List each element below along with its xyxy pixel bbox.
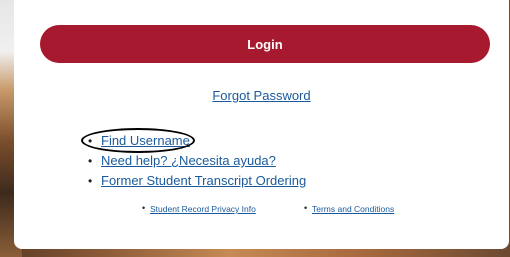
terms-link[interactable]: Terms and Conditions (312, 204, 394, 214)
login-card: Login Forgot Password • Find Username • … (14, 0, 509, 249)
bullet-icon: • (304, 203, 308, 213)
bullet-icon: • (88, 134, 93, 148)
forgot-password-link[interactable]: Forgot Password (14, 88, 509, 103)
bullet-icon: • (88, 154, 93, 168)
bullet-icon: • (142, 203, 146, 213)
login-button[interactable]: Login (40, 25, 490, 63)
find-username-link[interactable]: Find Username (101, 133, 190, 148)
need-help-link[interactable]: Need help? ¿Necesita ayuda? (101, 153, 276, 168)
bullet-icon: • (88, 174, 93, 188)
transcript-ordering-link[interactable]: Former Student Transcript Ordering (101, 173, 306, 188)
privacy-info-link[interactable]: Student Record Privacy Info (150, 204, 256, 214)
